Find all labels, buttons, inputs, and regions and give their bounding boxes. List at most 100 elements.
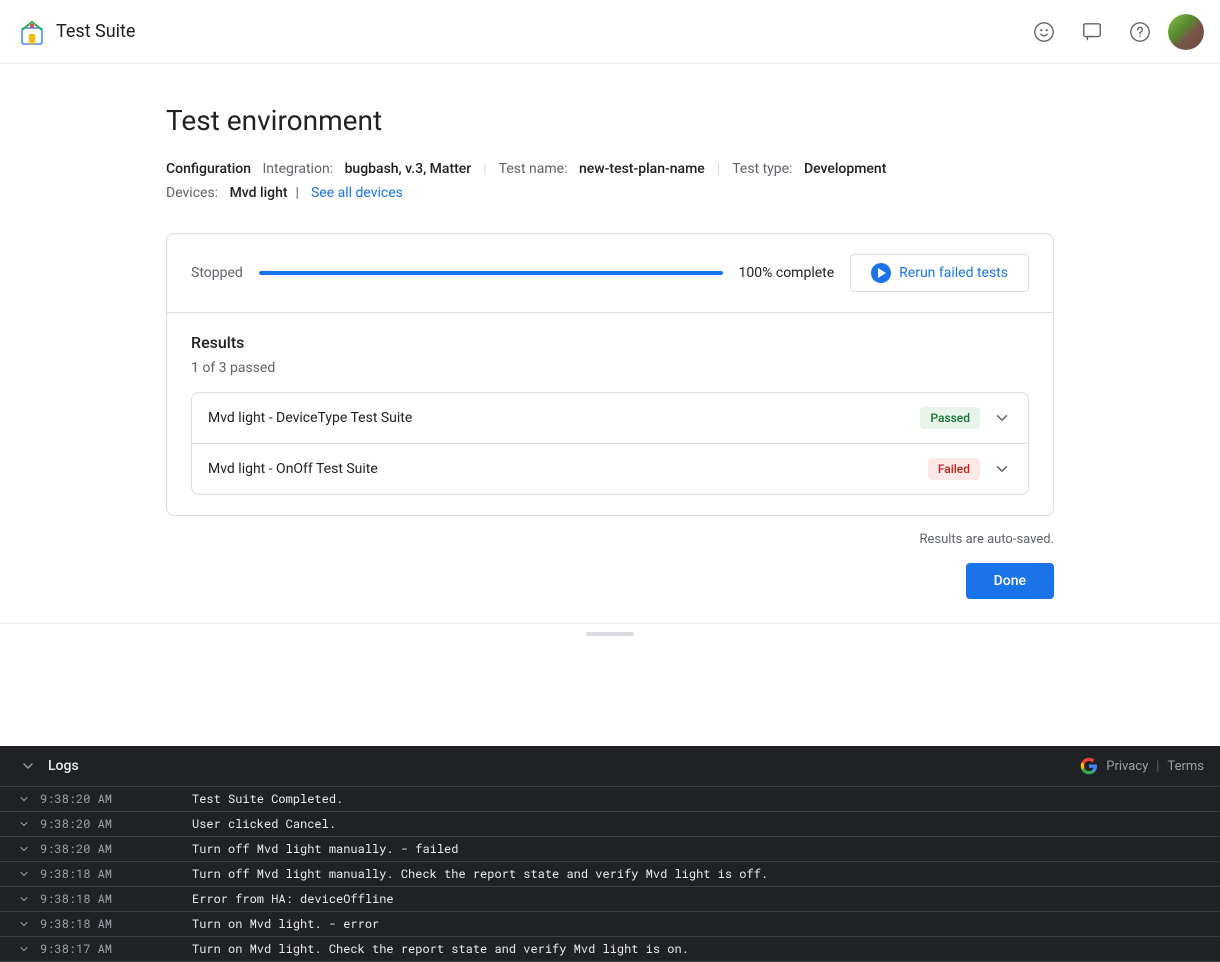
test-list: Mvd light - DeviceType Test Suite Passed…	[191, 392, 1029, 495]
log-entry: 9:38:20 AM User clicked Cancel.	[0, 812, 1220, 837]
log-message: Turn on Mvd light. Check the report stat…	[192, 941, 1204, 957]
status-badge: Failed	[928, 458, 980, 480]
devices-row: Devices: Mvd light | See all devices	[166, 185, 1054, 201]
chat-icon	[1081, 21, 1103, 43]
results-summary: 1 of 3 passed	[191, 360, 1029, 376]
config-label: Configuration	[166, 161, 251, 177]
results-title: Results	[191, 333, 1029, 352]
help-button[interactable]	[1120, 12, 1160, 52]
logs-panel: Logs Privacy | Terms	[0, 746, 1220, 962]
scroll-handle[interactable]	[586, 632, 634, 636]
test-name-label: Test name:	[499, 161, 568, 177]
log-time: 9:38:20 AM	[40, 816, 112, 832]
test-item-name: Mvd light - DeviceType Test Suite	[208, 410, 412, 426]
logs-label: Logs	[48, 758, 79, 774]
log-chevron-icon[interactable]	[16, 941, 32, 957]
integration-value: bugbash, v.3, Matter	[345, 161, 472, 177]
test-item[interactable]: Mvd light - OnOff Test Suite Failed	[192, 444, 1028, 494]
configuration-row: Configuration Integration: bugbash, v.3,…	[166, 161, 1054, 177]
logs-toggle-button[interactable]	[16, 754, 40, 778]
footer-links: Privacy | Terms	[1080, 757, 1204, 775]
avatar[interactable]	[1168, 14, 1204, 50]
log-entry-left: 9:38:17 AM	[16, 941, 176, 957]
app-header: Test Suite	[0, 0, 1220, 64]
test-type-label: Test type:	[732, 161, 792, 177]
log-entry: 9:38:20 AM Test Suite Completed.	[0, 787, 1220, 812]
avatar-image	[1168, 14, 1204, 50]
done-row: Done	[166, 555, 1054, 623]
test-item-right: Failed	[928, 458, 1012, 480]
log-message: Turn off Mvd light manually. - failed	[192, 841, 1204, 857]
done-button[interactable]: Done	[966, 563, 1054, 599]
logs-header: Logs Privacy | Terms	[0, 746, 1220, 787]
footer-separator: |	[1156, 759, 1159, 774]
rerun-failed-tests-button[interactable]: Rerun failed tests	[850, 254, 1029, 292]
test-item-name: Mvd light - OnOff Test Suite	[208, 461, 378, 477]
separator-2: |	[717, 161, 720, 177]
chat-button[interactable]	[1072, 12, 1112, 52]
chevron-down-icon[interactable]	[992, 408, 1012, 428]
log-entry-left: 9:38:18 AM	[16, 866, 176, 882]
log-message: Error from HA: deviceOffline	[192, 891, 1204, 907]
emoji-button[interactable]	[1024, 12, 1064, 52]
emoji-icon	[1033, 21, 1055, 43]
results-section: Results 1 of 3 passed Mvd light - Device…	[167, 313, 1053, 515]
rerun-label: Rerun failed tests	[899, 265, 1008, 281]
complete-label: 100% complete	[739, 265, 835, 281]
devices-sep: |	[296, 185, 299, 201]
log-message: Turn on Mvd light. - error	[192, 916, 1204, 932]
log-chevron-icon[interactable]	[16, 791, 32, 807]
log-entry: 9:38:18 AM Turn on Mvd light. - error	[0, 912, 1220, 937]
logs-header-left: Logs	[16, 754, 79, 778]
devices-value: Mvd light	[230, 185, 288, 201]
log-entry-left: 9:38:18 AM	[16, 891, 176, 907]
test-type-value: Development	[804, 161, 886, 177]
log-message: Test Suite Completed.	[192, 791, 1204, 807]
log-entry-left: 9:38:18 AM	[16, 916, 176, 932]
log-chevron-icon[interactable]	[16, 841, 32, 857]
progress-bar-row: Stopped 100% complete Rerun failed tests	[167, 234, 1053, 313]
app-logo-icon	[16, 16, 48, 48]
status-badge: Passed	[920, 407, 980, 429]
scroll-handle-area	[0, 623, 1220, 644]
app-title: Test Suite	[56, 21, 135, 42]
log-chevron-icon[interactable]	[16, 816, 32, 832]
test-item[interactable]: Mvd light - DeviceType Test Suite Passed	[192, 393, 1028, 444]
test-name-value: new-test-plan-name	[579, 161, 705, 177]
header-left: Test Suite	[16, 16, 135, 48]
progress-track	[259, 271, 723, 275]
log-entry: 9:38:18 AM Turn off Mvd light manually. …	[0, 862, 1220, 887]
logs-entries: 9:38:20 AM Test Suite Completed. 9:38:20…	[0, 787, 1220, 962]
main-content: Test environment Configuration Integrati…	[0, 64, 1220, 623]
page-title: Test environment	[166, 104, 1054, 137]
log-entry-left: 9:38:20 AM	[16, 816, 176, 832]
log-time: 9:38:18 AM	[40, 866, 112, 882]
log-entry: 9:38:17 AM Turn on Mvd light. Check the …	[0, 937, 1220, 962]
stopped-label: Stopped	[191, 265, 243, 281]
log-entry-left: 9:38:20 AM	[16, 841, 176, 857]
terms-link[interactable]: Terms	[1167, 759, 1204, 774]
separator-1: |	[483, 161, 486, 177]
log-message: User clicked Cancel.	[192, 816, 1204, 832]
log-entry: 9:38:20 AM Turn off Mvd light manually. …	[0, 837, 1220, 862]
log-time: 9:38:20 AM	[40, 841, 112, 857]
header-right	[1024, 12, 1204, 52]
google-logo	[1080, 757, 1098, 775]
log-message: Turn off Mvd light manually. Check the r…	[192, 866, 1204, 882]
chevron-down-icon[interactable]	[992, 459, 1012, 479]
see-all-devices-link[interactable]: See all devices	[311, 185, 403, 201]
test-item-right: Passed	[920, 407, 1012, 429]
log-time: 9:38:20 AM	[40, 791, 112, 807]
log-time: 9:38:17 AM	[40, 941, 112, 957]
privacy-link[interactable]: Privacy	[1106, 759, 1148, 774]
progress-card: Stopped 100% complete Rerun failed tests…	[166, 233, 1054, 516]
log-entry: 9:38:18 AM Error from HA: deviceOffline	[0, 887, 1220, 912]
log-chevron-icon[interactable]	[16, 916, 32, 932]
log-time: 9:38:18 AM	[40, 916, 112, 932]
log-chevron-icon[interactable]	[16, 866, 32, 882]
help-icon	[1129, 21, 1151, 43]
log-chevron-icon[interactable]	[16, 891, 32, 907]
integration-label: Integration:	[262, 161, 333, 177]
log-entry-left: 9:38:20 AM	[16, 791, 176, 807]
devices-label: Devices:	[166, 185, 218, 201]
